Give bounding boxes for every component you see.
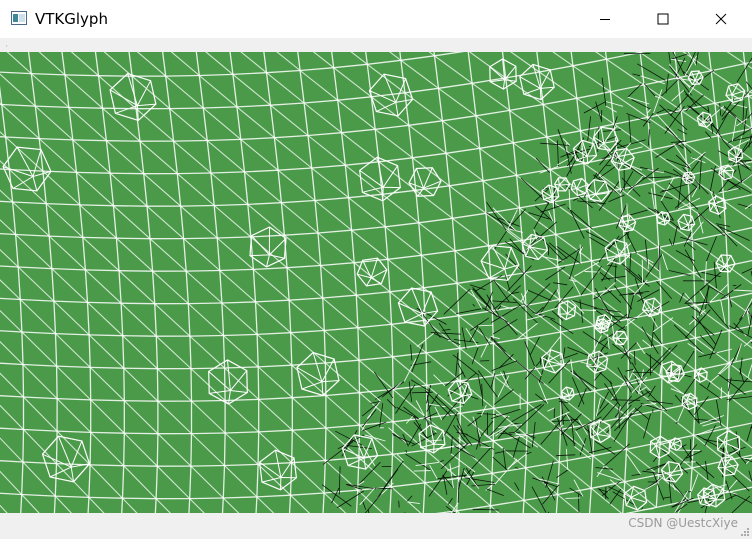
maximize-icon (657, 13, 669, 25)
resize-grip-icon[interactable] (740, 527, 750, 537)
title-bar[interactable]: VTKGlyph (0, 0, 752, 38)
close-icon (715, 13, 727, 25)
watermark-text: CSDN @UestcXiye (628, 516, 738, 530)
minimize-icon (600, 19, 610, 20)
close-button[interactable] (692, 0, 750, 38)
app-window-icon (11, 11, 27, 25)
menu-marker: , (6, 42, 8, 48)
minimize-button[interactable] (576, 0, 634, 38)
wireframe-mesh-render[interactable] (0, 52, 752, 513)
maximize-button[interactable] (634, 0, 692, 38)
render-viewport[interactable] (0, 52, 752, 513)
menu-bar: , (0, 38, 752, 52)
window-title: VTKGlyph (35, 10, 108, 28)
status-bar: CSDN @UestcXiye (0, 513, 752, 539)
